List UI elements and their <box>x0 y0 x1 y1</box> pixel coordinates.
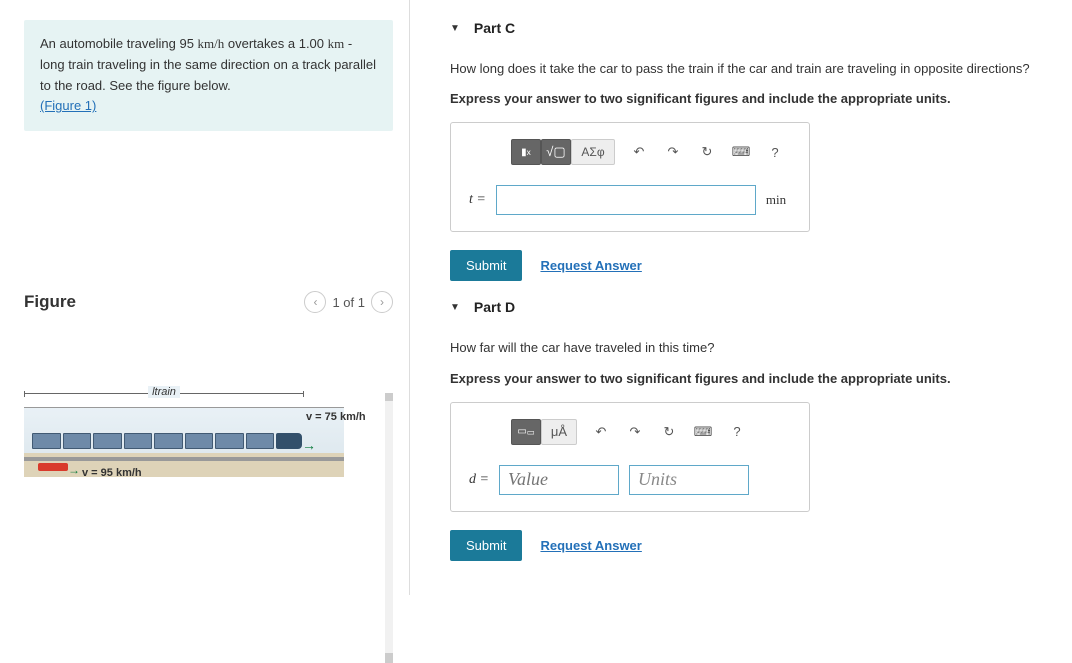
part-d-units-input[interactable]: Units <box>629 465 749 495</box>
help-icon[interactable]: ? <box>725 420 749 444</box>
train-car-diagram: ltrain → v = 75 km/h → v = 95 km/h <box>24 393 344 493</box>
part-c-header[interactable]: ▼ Part C <box>450 20 1042 36</box>
part-c-variable: t = <box>469 192 486 208</box>
part-d-section: ▼ Part D How far will the car have trave… <box>450 299 1042 560</box>
figure-pager-text: 1 of 1 <box>332 295 365 310</box>
train-length-label: ltrain <box>24 393 304 406</box>
figure-pager: ‹ 1 of 1 › <box>304 291 393 313</box>
car-speed-label: v = 95 km/h <box>82 467 142 479</box>
undo-icon[interactable]: ↶ <box>589 420 613 444</box>
scrollbar-up-icon[interactable] <box>385 393 393 401</box>
part-c-instruction: Express your answer to two significant f… <box>450 90 1042 108</box>
part-c-submit-button[interactable]: Submit <box>450 250 522 281</box>
figure-panel: ltrain → v = 75 km/h → v = 95 km/h <box>24 393 393 663</box>
part-d-submit-button[interactable]: Submit <box>450 530 522 561</box>
problem-text: An automobile traveling 95 <box>40 36 198 51</box>
part-d-variable: d = <box>469 472 489 488</box>
reset-icon[interactable]: ↻ <box>695 140 719 164</box>
problem-text: overtakes a 1.00 <box>224 36 327 51</box>
part-d-title: Part D <box>474 299 515 315</box>
special-chars-button[interactable]: μÅ <box>541 419 577 445</box>
collapse-icon: ▼ <box>450 23 460 34</box>
symbols-button[interactable]: ΑΣφ <box>571 139 615 165</box>
part-d-request-answer-link[interactable]: Request Answer <box>540 538 641 553</box>
collapse-icon: ▼ <box>450 302 460 313</box>
part-c-section: ▼ Part C How long does it take the car t… <box>450 20 1042 281</box>
sqrt-button[interactable]: √▢ <box>541 139 571 165</box>
redo-icon[interactable]: ↷ <box>661 140 685 164</box>
train-arrow-icon: → <box>302 437 316 453</box>
part-c-question: How long does it take the car to pass th… <box>450 60 1042 78</box>
problem-unit: km <box>328 36 345 51</box>
problem-unit: km/h <box>198 36 225 51</box>
part-c-answer-box: ▮x √▢ ΑΣφ ↶ ↷ ↻ ⌨ ? t = min <box>450 122 810 232</box>
figure-link[interactable]: (Figure 1) <box>40 98 96 113</box>
part-c-units: min <box>766 192 786 208</box>
part-c-title: Part C <box>474 20 515 36</box>
figure-next-button[interactable]: › <box>371 291 393 313</box>
figure-prev-button[interactable]: ‹ <box>304 291 326 313</box>
problem-statement: An automobile traveling 95 km/h overtake… <box>24 20 393 131</box>
part-d-value-input[interactable] <box>499 465 619 495</box>
reset-icon[interactable]: ↻ <box>657 420 681 444</box>
undo-icon[interactable]: ↶ <box>627 140 651 164</box>
redo-icon[interactable]: ↷ <box>623 420 647 444</box>
figure-title: Figure <box>24 292 76 312</box>
part-c-value-input[interactable] <box>496 185 756 215</box>
car-icon <box>38 463 68 471</box>
part-c-request-answer-link[interactable]: Request Answer <box>540 258 641 273</box>
help-icon[interactable]: ? <box>763 140 787 164</box>
part-d-answer-box: ▭▭ μÅ ↶ ↷ ↻ ⌨ ? d = Units <box>450 402 810 512</box>
keyboard-icon[interactable]: ⌨ <box>691 420 715 444</box>
fraction-button[interactable]: ▭▭ <box>511 419 541 445</box>
car-arrow-icon: → <box>68 463 80 477</box>
train-speed-label: v = 75 km/h <box>306 411 366 423</box>
templates-button[interactable]: ▮x <box>511 139 541 165</box>
part-d-instruction: Express your answer to two significant f… <box>450 370 1042 388</box>
scrollbar-down-icon[interactable] <box>385 653 393 663</box>
train-icon <box>32 433 302 449</box>
part-d-header[interactable]: ▼ Part D <box>450 299 1042 315</box>
part-d-question: How far will the car have traveled in th… <box>450 339 1042 357</box>
keyboard-icon[interactable]: ⌨ <box>729 140 753 164</box>
